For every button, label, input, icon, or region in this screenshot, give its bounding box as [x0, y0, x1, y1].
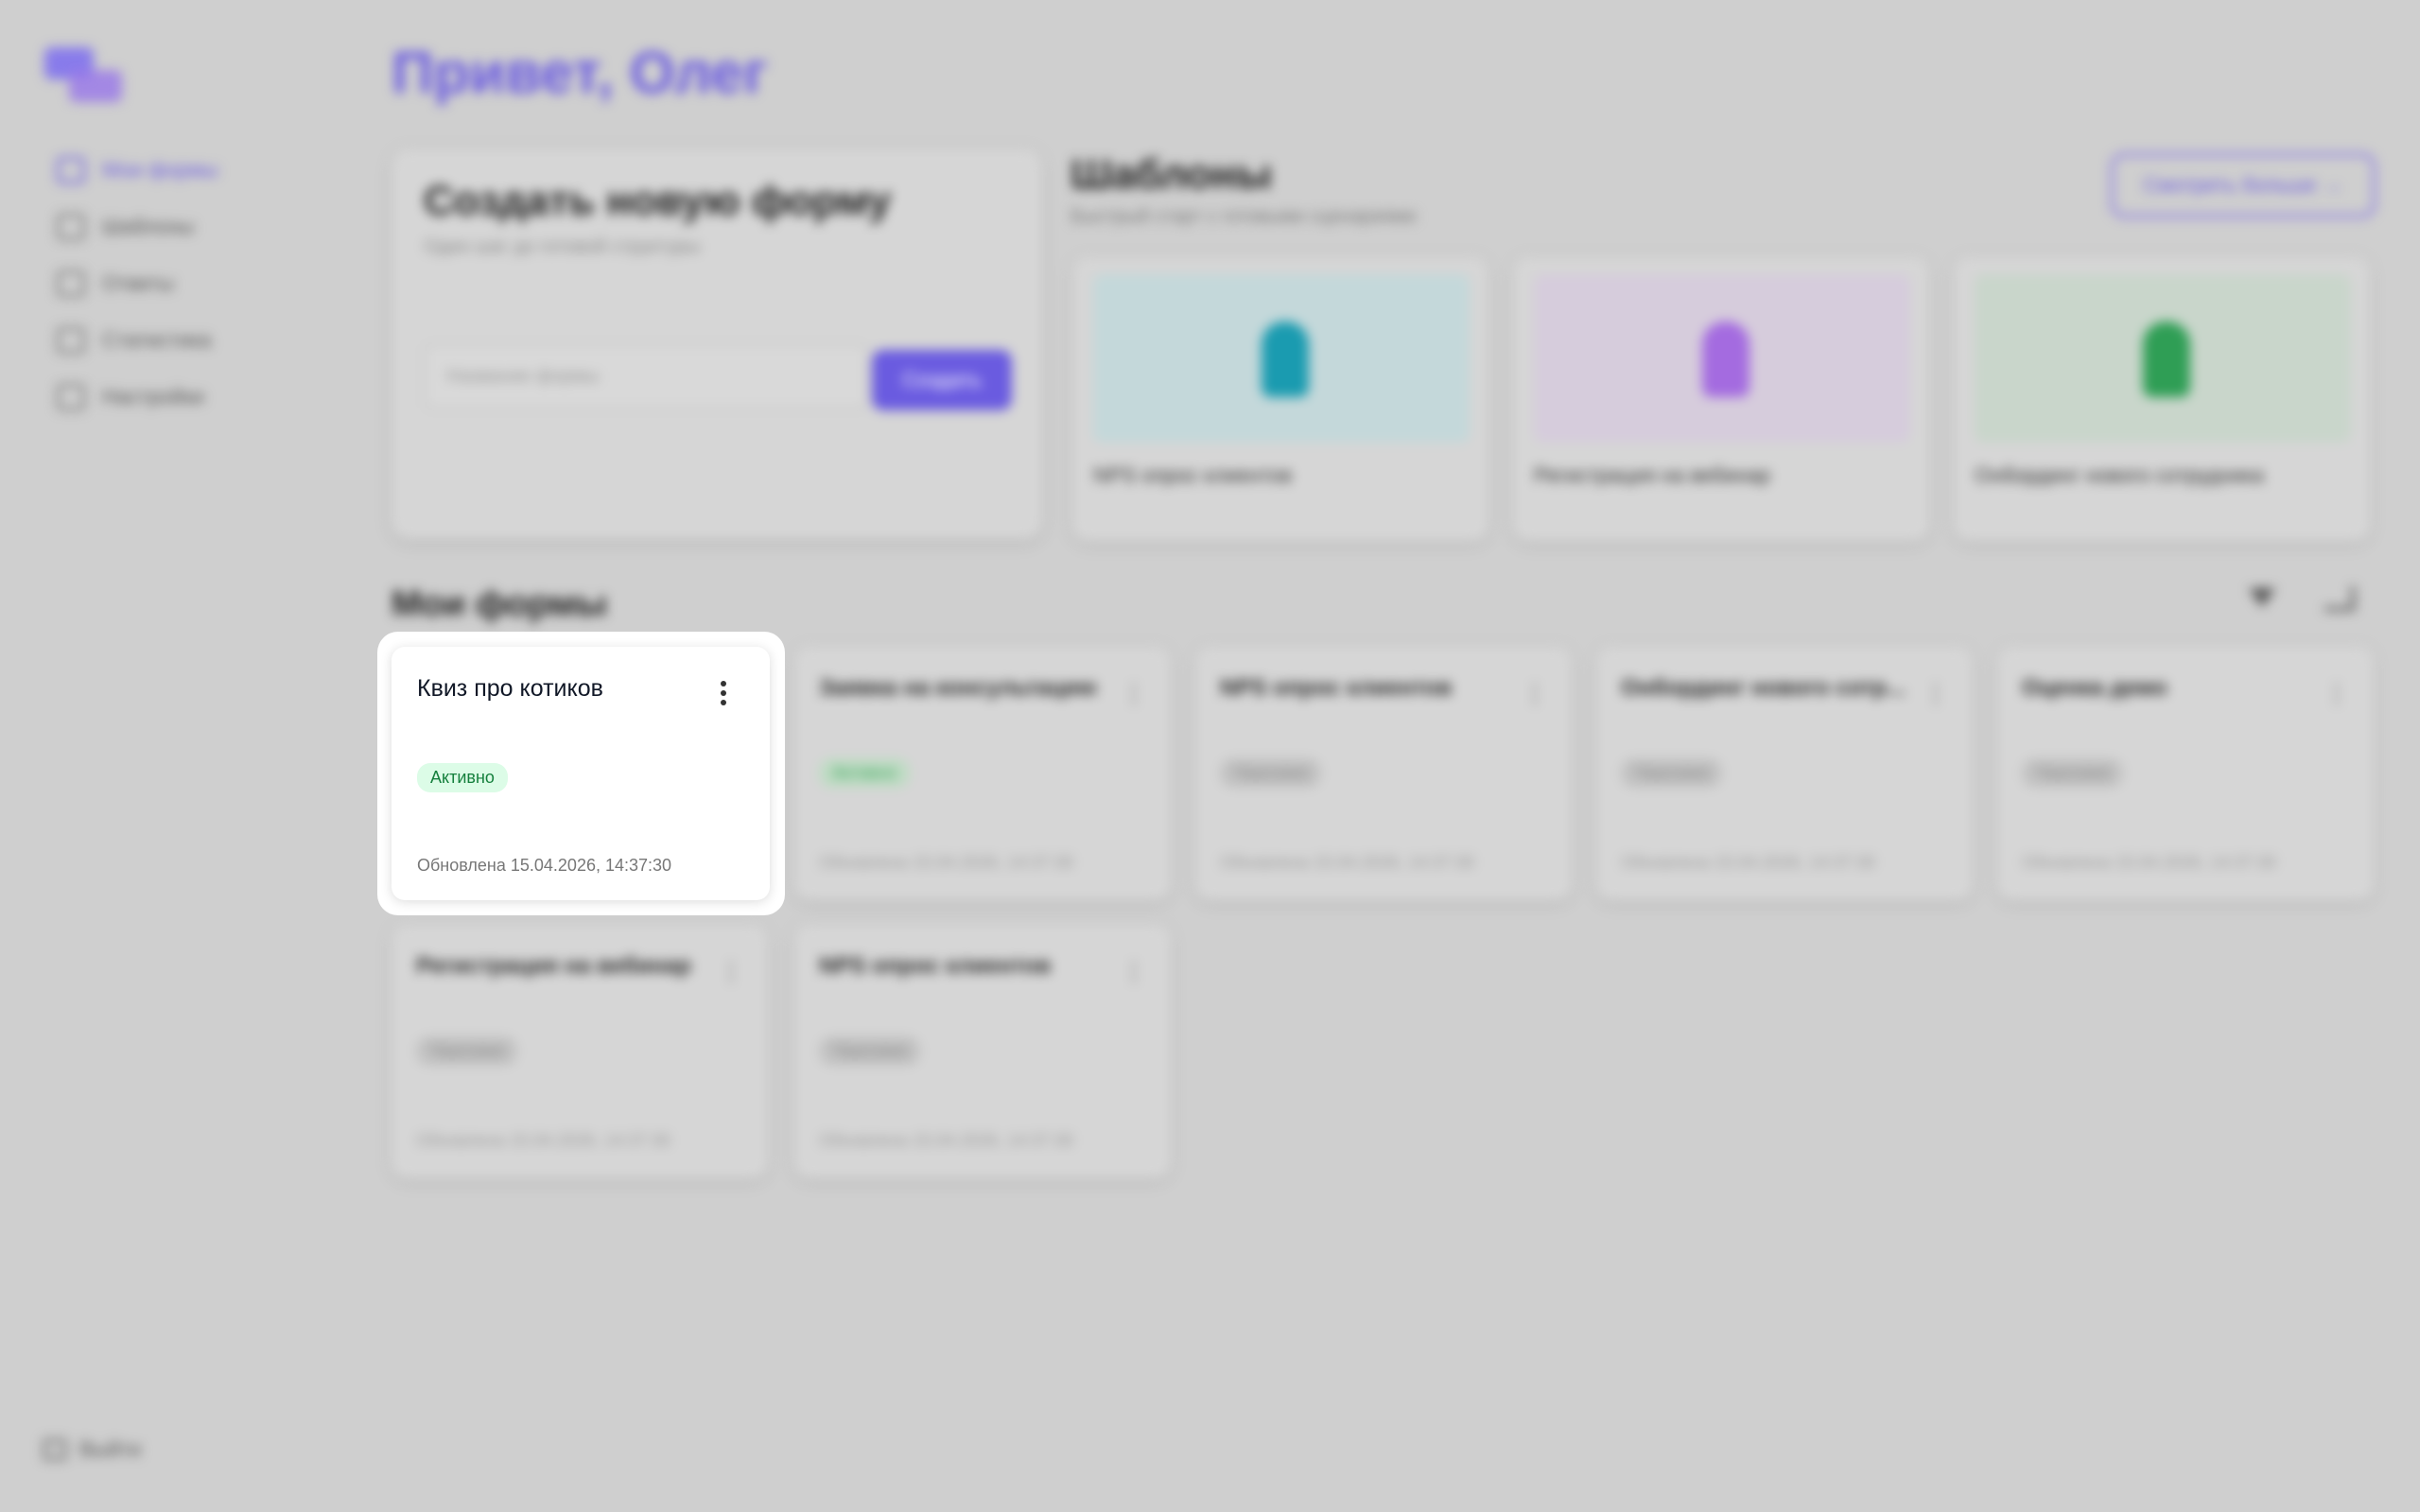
more-options-icon[interactable]: ⋮ [1523, 679, 1547, 708]
template-card[interactable]: Онбординг нового сотрудника [1954, 257, 2370, 541]
sidebar-item-settings[interactable]: Настройки [57, 369, 331, 426]
status-badge: Активно [819, 758, 910, 788]
more-options-icon[interactable]: ⋮ [1122, 957, 1146, 986]
form-card[interactable]: Онбординг нового сотр... ⋮ Черновик Обно… [1596, 647, 1973, 900]
form-card-updated: Обновлена 15.04.2026, 14:37:30 [416, 1131, 671, 1150]
sidebar-item-answers[interactable]: Ответы [57, 255, 331, 312]
forms-icon [57, 157, 85, 183]
sidebar-item-label: Шаблоны [102, 215, 195, 238]
app-logo [44, 47, 122, 102]
form-card-title: Онбординг нового сотр... [1621, 675, 1906, 701]
status-badge: Черновик [2022, 758, 2124, 788]
sidebar-item-label: Мои формы [102, 158, 218, 182]
sidebar-nav: Мои формы Шаблоны Ответы Статистика Наст… [57, 142, 331, 426]
logout-icon [44, 1439, 66, 1460]
settings-icon [57, 384, 85, 410]
filter-icon[interactable] [2249, 588, 2275, 607]
form-card[interactable]: Регистрация на вебинар ⋮ Черновик Обновл… [392, 925, 768, 1178]
sidebar-item-stats[interactable]: Статистика [57, 312, 331, 369]
form-card-updated: Обновлена 15.04.2026, 14:37:30 [1220, 853, 1475, 872]
more-options-icon[interactable]: ⋮ [719, 957, 743, 986]
sidebar-item-label: Ответы [102, 271, 175, 295]
template-image [1534, 274, 1910, 443]
form-card-title: Заявка на консультацию [819, 675, 1097, 701]
form-card-title: NPS опрос клиентов [1220, 675, 1453, 701]
form-card[interactable]: Оценка демо ⋮ Черновик Обновлена 15.04.2… [1997, 647, 2374, 900]
template-figure-icon [1262, 322, 1309, 397]
create-button[interactable]: Создать [872, 350, 1012, 410]
form-card-updated: Обновлена 15.04.2026, 14:37:30 [819, 853, 1074, 872]
my-forms-title: Мои формы [392, 584, 608, 624]
sidebar-item-my-forms[interactable]: Мои формы [57, 142, 331, 199]
templates-icon [57, 214, 85, 240]
more-options-icon[interactable] [721, 681, 728, 707]
form-card-title: Оценка демо [2022, 675, 2168, 701]
template-image [1975, 274, 2351, 443]
templates-title: Шаблоны [1071, 151, 1273, 198]
form-card-title: Регистрация на вебинар [416, 953, 691, 979]
blurred-app-background: Мои формы Шаблоны Ответы Статистика Наст… [0, 0, 2420, 1512]
template-card[interactable]: Регистрация на вебинар [1513, 257, 1929, 541]
form-name-input[interactable]: Название формы [424, 343, 868, 409]
status-badge: Активно [417, 763, 508, 792]
form-card-updated: Обновлена 15.04.2026, 14:37:30 [819, 1131, 1074, 1150]
templates-subtitle: Быстрый старт с готовыми сценариями [1071, 206, 1417, 227]
logout-button[interactable]: Выйти [44, 1437, 141, 1462]
form-card[interactable]: NPS опрос клиентов ⋮ Черновик Обновлена … [1195, 647, 1572, 900]
sidebar: Мои формы Шаблоны Ответы Статистика Наст… [0, 0, 350, 1512]
template-name: Регистрация на вебинар [1534, 463, 1771, 487]
template-figure-icon [2143, 322, 2190, 397]
sidebar-item-templates[interactable]: Шаблоны [57, 199, 331, 255]
status-badge: Черновик [416, 1036, 518, 1066]
sort-icon[interactable] [2324, 586, 2355, 611]
logout-label: Выйти [79, 1437, 142, 1461]
sidebar-item-label: Статистика [102, 328, 212, 352]
form-card[interactable]: NPS опрос клиентов ⋮ Черновик Обновлена … [794, 925, 1171, 1178]
more-options-icon[interactable]: ⋮ [2324, 679, 2349, 708]
form-card-updated: Обновлена 15.04.2026, 14:37:30 [417, 856, 672, 875]
template-image [1093, 274, 1470, 443]
form-card-title: NPS опрос клиентов [819, 953, 1052, 979]
see-more-button[interactable]: Смотреть больше → [2111, 153, 2376, 217]
status-badge: Черновик [819, 1036, 921, 1066]
form-card-updated: Обновлена 15.04.2026, 14:37:30 [1621, 853, 1876, 872]
sidebar-item-label: Настройки [102, 385, 204, 408]
form-card-title: Квиз про котиков [417, 675, 603, 702]
status-badge: Черновик [1220, 758, 1322, 788]
create-form-subtitle: Один шаг до готовой структуры [424, 236, 701, 257]
status-badge: Черновик [1621, 758, 1723, 788]
template-card[interactable]: NPS опрос клиентов [1072, 257, 1489, 541]
more-options-icon[interactable]: ⋮ [1924, 679, 1948, 708]
create-form-card: Создать новую форму Один шаг до готовой … [392, 149, 1042, 539]
answers-icon [57, 270, 85, 297]
create-form-title: Создать новую форму [424, 178, 892, 224]
form-card-highlighted[interactable]: Квиз про котиков Активно Обновлена 15.04… [392, 647, 770, 900]
stats-icon [57, 327, 85, 354]
more-options-icon[interactable]: ⋮ [1122, 679, 1146, 708]
template-name: NPS опрос клиентов [1093, 463, 1293, 487]
form-card-updated: Обновлена 15.04.2026, 14:37:30 [2022, 853, 2277, 872]
form-card[interactable]: Заявка на консультацию ⋮ Активно Обновле… [794, 647, 1171, 900]
page-title: Привет, Олег [392, 41, 768, 106]
template-name: Онбординг нового сотрудника [1975, 463, 2265, 487]
template-figure-icon [1702, 322, 1750, 397]
